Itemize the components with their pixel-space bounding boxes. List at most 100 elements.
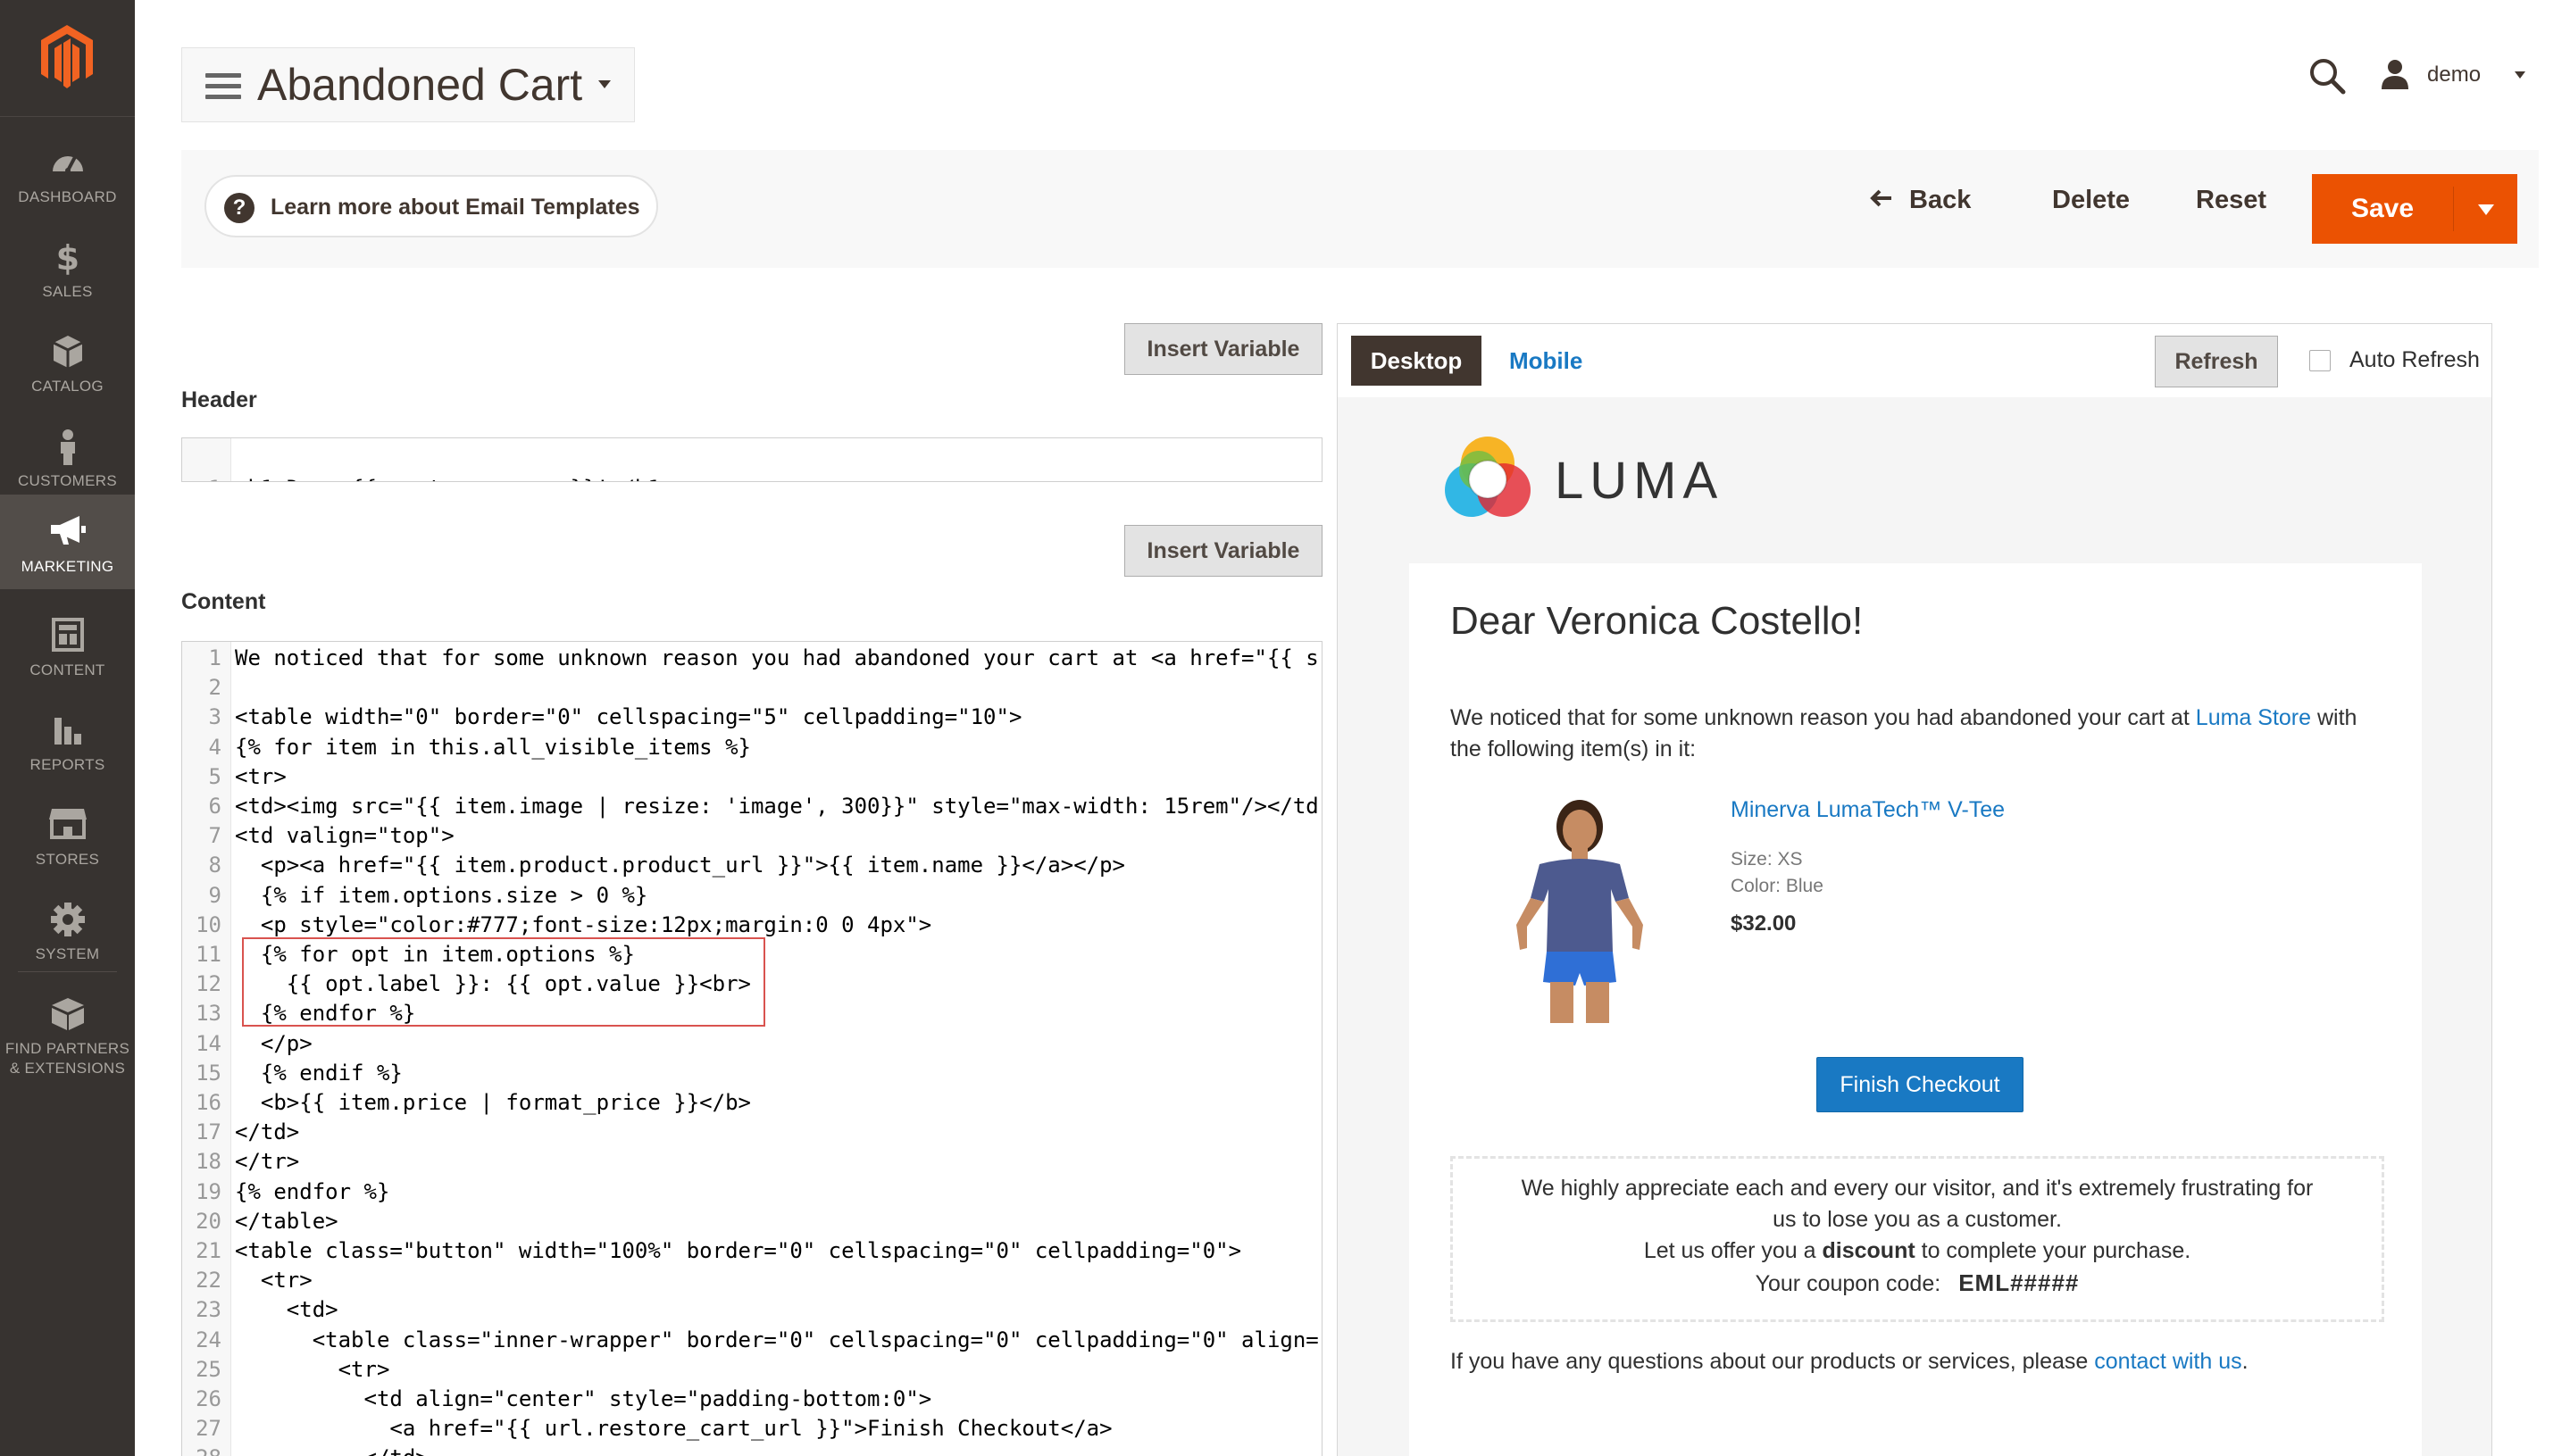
arrow-left-icon [1870, 186, 1893, 215]
content-code-editor[interactable]: 1 We noticed that for some unknown reason… [181, 641, 1323, 1456]
sidebar-item-label: FIND PARTNERS & EXTENSIONS [0, 1039, 135, 1078]
sidebar-item-label: CONTENT [29, 661, 105, 678]
product-color: Color: Blue [1731, 876, 1823, 896]
code-line: 5 <tr> [208, 763, 287, 789]
store-icon [48, 809, 87, 839]
sidebar-item-label: CUSTOMERS [17, 472, 117, 489]
code-line: 1 We noticed that for some unknown reason… [208, 645, 1319, 670]
code-line: 25 <tr> [196, 1356, 390, 1382]
email-preview-panel: Desktop Mobile Refresh Auto Refresh LUMA… [1337, 323, 2492, 1456]
code-line: 28 </td> [182, 1444, 1322, 1456]
header-code-editor[interactable]: 1<h1>Dear {{ customer_name }}!</h1> [181, 437, 1323, 482]
save-split-button: Save [2312, 174, 2517, 244]
megaphone-icon [50, 516, 86, 545]
sidebar-item-label: STORES [35, 851, 100, 868]
username: demo [2427, 62, 2482, 87]
delete-button[interactable]: Delete [2052, 186, 2130, 215]
email-body: Dear Veronica Costello! We noticed that … [1409, 563, 2422, 1456]
code-line: 27 <a href="{{ url.restore_cart_url }}">… [196, 1416, 1113, 1442]
sidebar-item-catalog[interactable]: CATALOG [0, 314, 135, 409]
code-line: 24 <table class="inner-wrapper" border="… [196, 1327, 1319, 1352]
coupon-code: EML##### [1958, 1269, 2080, 1296]
cube-icon [52, 336, 83, 368]
sidebar-item-label: SYSTEM [35, 945, 100, 962]
sidebar-item-label: CATALOG [31, 378, 104, 395]
code-line: 6 <td><img src="{{ item.image | resize: '… [208, 794, 1319, 819]
sidebar-item-marketing[interactable]: MARKETING [0, 495, 135, 589]
email-footer: If you have any questions about our prod… [1450, 1349, 2249, 1374]
contact-link[interactable]: contact with us [2094, 1349, 2241, 1374]
code-line: 7 <td valign="top"> [208, 823, 455, 849]
reset-button[interactable]: Reset [2196, 186, 2266, 215]
refresh-button[interactable]: Refresh [2155, 336, 2278, 387]
sidebar-item-label: MARKETING [21, 558, 114, 575]
luma-logo-icon [1445, 437, 1531, 517]
page-title-menu[interactable]: Abandoned Cart [181, 47, 635, 122]
magento-logo-icon [41, 25, 93, 88]
auto-refresh-label: Auto Refresh [2349, 347, 2480, 372]
store-link[interactable]: Luma Store [2196, 705, 2311, 730]
preview-toolbar: Desktop Mobile Refresh Auto Refresh [1338, 324, 2491, 397]
sidebar-item-customers[interactable]: CUSTOMERS [0, 409, 135, 503]
bar-chart-icon [54, 718, 81, 745]
sidebar-item-stores[interactable]: STORES [0, 787, 135, 882]
code-line: 1<h1>Dear {{ customer_name }}!</h1> [182, 445, 1322, 481]
save-button[interactable]: Save [2312, 174, 2453, 244]
dashboard-icon [52, 154, 83, 173]
email-intro: We noticed that for some unknown reason … [1450, 705, 2357, 761]
boxes-icon [51, 998, 84, 1030]
code-line: 15 {% endif %} [196, 1060, 403, 1086]
sidebar-item-label: REPORTS [29, 756, 105, 773]
page-title: Abandoned Cart [257, 60, 583, 110]
magento-logo[interactable] [0, 0, 135, 117]
back-button[interactable]: Back [1870, 186, 1971, 215]
code-line: 9 {% if item.options.size > 0 %} [208, 882, 648, 908]
code-line: 22 <tr> [196, 1268, 313, 1294]
sidebar-item-label-line2: & EXTENSIONS [9, 1060, 126, 1077]
code-line: 10 <p style="color:#777;font-size:12px;m… [196, 911, 932, 937]
code-line: 20 </table> [196, 1208, 338, 1234]
gear-icon [50, 903, 85, 936]
code-line: 21 <table class="button" width="100%" bor… [196, 1238, 1242, 1263]
page-actions-bar: ? Learn more about Email Templates Back … [181, 150, 2539, 268]
code-line: 23 <td> [196, 1297, 338, 1323]
search-icon[interactable] [2307, 56, 2347, 96]
product-image [1516, 800, 1643, 1023]
product-price: $32.00 [1731, 911, 1797, 936]
admin-sidebar: DASHBOARD $ SALES CATALOG CUSTOMERS MARK… [0, 0, 135, 1456]
code-line: 3 <table width="0" border="0" cellspacing… [208, 704, 1022, 730]
code-line: 16 <b>{{ item.price | format_price }}</b… [196, 1090, 751, 1115]
header-label: Header [181, 387, 257, 412]
learn-more-link[interactable]: ? Learn more about Email Templates [204, 175, 658, 237]
coupon-code-line: Your coupon code: EML##### [1755, 1269, 2080, 1296]
code-line: 13 {% endfor %} [196, 1001, 416, 1027]
insert-variable-button-content[interactable]: Insert Variable [1124, 525, 1323, 577]
sidebar-item-label: SALES [42, 283, 93, 300]
svg-text:$: $ [55, 239, 79, 275]
sidebar-item-content[interactable]: CONTENT [0, 598, 135, 693]
sidebar-item-system[interactable]: SYSTEM [0, 882, 135, 977]
coupon-box: We highly appreciate each and every our … [1450, 1156, 2384, 1322]
code-line: 19 {% endfor %} [196, 1178, 390, 1204]
sidebar-item-find-partners[interactable]: FIND PARTNERS & EXTENSIONS [0, 977, 135, 1084]
sidebar-item-reports[interactable]: REPORTS [0, 693, 135, 787]
caret-down-icon [598, 80, 611, 88]
save-options-dropdown[interactable] [2454, 174, 2517, 244]
user-icon [2382, 60, 2408, 89]
code-line: 17 </td> [196, 1119, 300, 1145]
dollar-icon: $ [55, 239, 79, 275]
help-icon: ? [224, 193, 254, 223]
tab-mobile[interactable]: Mobile [1509, 347, 1582, 375]
sidebar-divider [18, 971, 117, 972]
back-label: Back [1909, 186, 1972, 214]
sidebar-item-sales[interactable]: $ SALES [0, 220, 135, 314]
code-line: 4 {% for item in this.all_visible_items %… [208, 734, 751, 760]
auto-refresh-checkbox[interactable] [2309, 350, 2331, 371]
learn-more-label: Learn more about Email Templates [271, 195, 640, 220]
tab-desktop[interactable]: Desktop [1351, 336, 1481, 386]
sidebar-item-dashboard[interactable]: DASHBOARD [0, 125, 135, 220]
product-name-link[interactable]: Minerva LumaTech™ V-Tee [1731, 797, 2005, 823]
insert-variable-button-header[interactable]: Insert Variable [1124, 323, 1323, 375]
discount-message: Let us offer you a discount to complete … [1643, 1238, 2191, 1263]
finish-checkout-button[interactable]: Finish Checkout [1816, 1057, 2023, 1112]
